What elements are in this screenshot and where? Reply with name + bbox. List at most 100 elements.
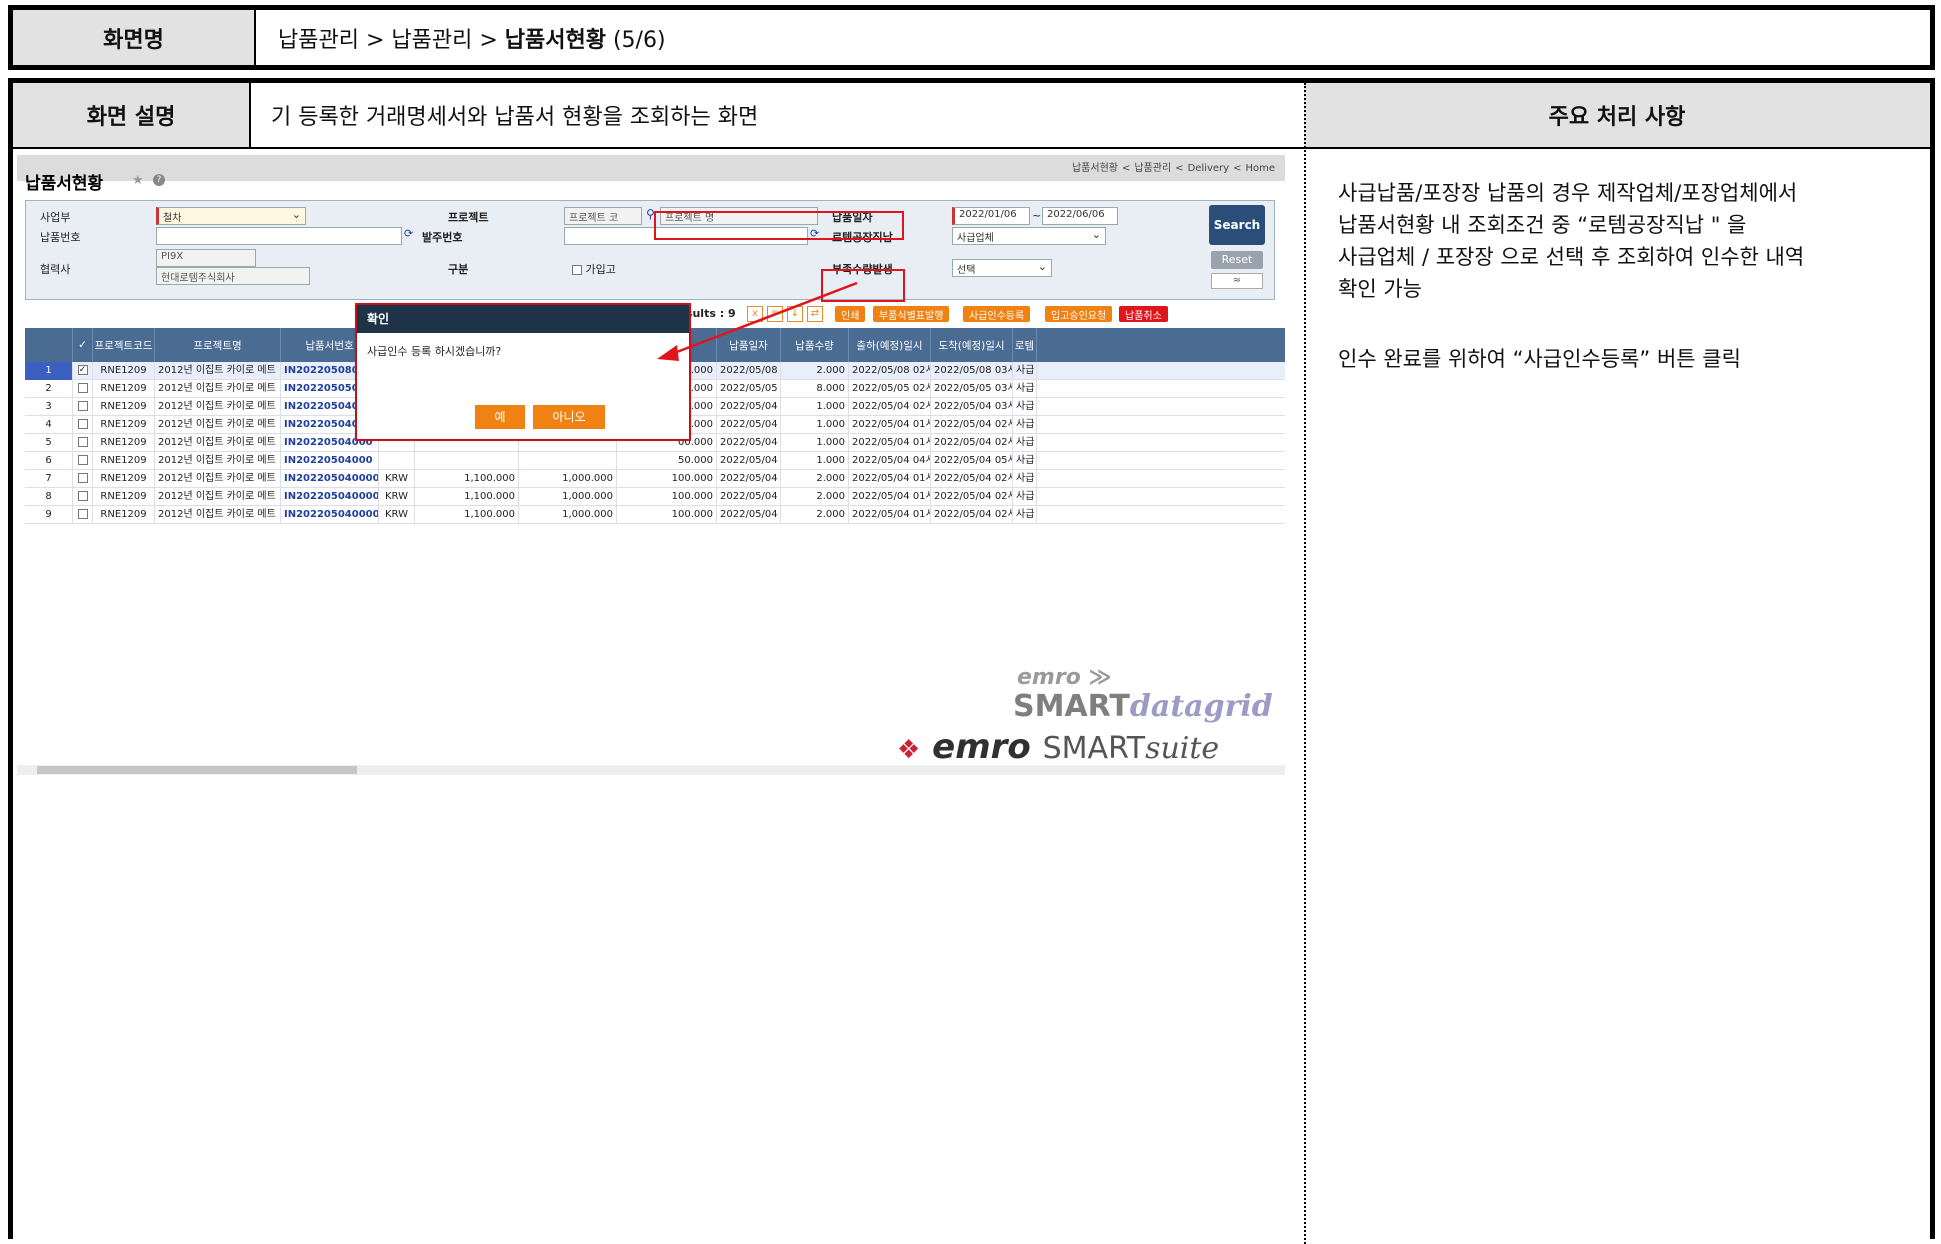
favorite-star-icon[interactable]: ★ [132,173,144,188]
reset-button[interactable]: Reset [1211,251,1263,269]
cancel-delivery-button[interactable]: 납품취소 [1119,306,1168,322]
cell-name: 2012년 이집트 카이로 메트 [155,362,281,380]
cell-a1: 1,100.000 [415,488,519,506]
cell-arr: 2022/05/08 03시 [931,362,1013,380]
crumb-item[interactable]: Delivery [1188,163,1230,174]
po-label: 발주번호 [422,231,463,244]
date-to[interactable]: 2022/06/06 [1042,207,1118,225]
project-code-input[interactable]: 프로젝트 코 [564,207,642,225]
screen-path: 납품관리 > 납품관리 > 납품서현황 (5/6) [256,22,666,54]
search-button[interactable]: Search [1209,205,1265,245]
row-checkbox[interactable] [73,488,93,506]
row-checkbox[interactable] [73,506,93,524]
download-icon[interactable]: ↓ [787,306,803,322]
col-check[interactable]: ✓ [73,328,93,362]
chevron-down-icon: ⌄ [1091,228,1101,241]
cell-qty: 2.000 [781,506,849,524]
crumb-item[interactable]: Home [1245,163,1275,174]
bu-select[interactable]: 철차 ⌄ [156,207,306,225]
collapse-button[interactable]: ≈ [1211,273,1263,289]
swap-icon[interactable]: ⇄ [807,306,823,322]
cell-name: 2012년 이집트 카이로 메트 [155,416,281,434]
cell-rot: 사급 [1013,452,1037,470]
date-from[interactable]: 2022/01/06 [952,207,1030,225]
checkbox-icon[interactable] [77,419,88,429]
checkbox-icon[interactable] [77,383,88,393]
row-checkbox[interactable] [73,416,93,434]
part-id-button[interactable]: 부품식별표발행 [873,306,950,322]
checkbox-icon[interactable] [77,491,88,501]
cell-code: RNE1209 [93,416,155,434]
cell-qty: 8.000 [781,380,849,398]
cell-a1: 1,100.000 [415,470,519,488]
cell-date: 2022/05/05 [717,380,781,398]
cell-date: 2022/05/08 [717,362,781,380]
short-select[interactable]: 선택 ⌄ [952,259,1052,277]
col-project-name[interactable]: 프로젝트명 [155,328,281,362]
cell-ship: 2022/05/08 02시 [849,362,931,380]
partner-name[interactable]: 현대로템주식회사 [156,267,310,285]
cell-code: RNE1209 [93,398,155,416]
supply-recv-button[interactable]: 사급인수등록 [963,306,1031,322]
emro-suite-logo: ❖ emro SMARTsuite [897,727,1220,767]
search-conditions: 사업부 철차 ⌄ 프로젝트 프로젝트 코 ⚲ 프로젝트 명 납품일자 2022/0… [25,200,1275,300]
chevron-down-icon: ⌄ [1037,260,1047,273]
checkbox-icon[interactable] [77,437,88,447]
col-rotem[interactable]: 로템 [1013,328,1037,362]
cell-ship: 2022/05/05 02시 [849,380,931,398]
col-qty[interactable]: 납품수량 [781,328,849,362]
cell-code: RNE1209 [93,362,155,380]
cell-name: 2012년 이집트 카이로 메트 [155,434,281,452]
row-checkbox[interactable] [73,434,93,452]
whs-req-button[interactable]: 입고승인요청 [1045,306,1113,322]
col-ship[interactable]: 출하(예정)일시 [849,328,931,362]
cell-no: IN20220504000 [281,452,379,470]
table-row[interactable]: 9 RNE12092012년 이집트 카이로 메트IN20220504000026… [25,506,1285,524]
list-icon[interactable]: ≡ [767,306,783,322]
checkbox-icon[interactable] [77,509,88,519]
horizontal-scrollbar[interactable] [17,765,1285,775]
col-rownum [25,328,73,362]
refresh-icon[interactable]: ⟳ [404,227,413,240]
cell-ship: 2022/05/04 01시 [849,470,931,488]
dno-label: 납품번호 [40,231,81,244]
checkbox-icon[interactable] [77,455,88,465]
date-tilde: ~ [1032,209,1042,222]
scroll-thumb[interactable] [37,766,357,774]
checkbox-icon[interactable] [77,473,88,483]
modal-yes-button[interactable]: 예 [475,405,525,429]
cell-ship: 2022/05/04 01시 [849,506,931,524]
crumb-item[interactable]: 납품관리 [1134,163,1171,174]
row-checkbox[interactable] [73,380,93,398]
table-row[interactable]: 8 RNE12092012년 이집트 카이로 메트IN20220504000027… [25,488,1285,506]
excel-icon[interactable]: x [747,306,763,322]
row-checkbox[interactable] [73,470,93,488]
help-icon[interactable]: ? [153,174,165,186]
partner-code[interactable]: PI9X [156,249,256,267]
rotem-select[interactable]: 사급업체 ⌄ [952,227,1106,245]
print-button[interactable]: 인쇄 [835,306,866,322]
col-project-code[interactable]: 프로젝트코드 [93,328,155,362]
cell-arr: 2022/05/04 02시 [931,470,1013,488]
checkbox-icon[interactable] [77,401,88,411]
table-row[interactable]: 7 RNE12092012년 이집트 카이로 메트IN20220504000028… [25,470,1285,488]
header-label: 화면명 [13,10,256,65]
cell-no: IN20220504000028 [281,470,379,488]
dno-input[interactable] [156,227,402,245]
doc-header: 화면명 납품관리 > 납품관리 > 납품서현황 (5/6) [8,5,1935,70]
col-arrive[interactable]: 도착(예정)일시 [931,328,1013,362]
modal-no-button[interactable]: 아니오 [533,405,605,429]
cell-code: RNE1209 [93,434,155,452]
row-checkbox[interactable] [73,452,93,470]
row-checkbox[interactable] [73,398,93,416]
col-delivery-date[interactable]: 납품일자 [717,328,781,362]
checkbox-icon[interactable]: ✓ [77,365,88,375]
table-row[interactable]: 6 RNE1209 2012년 이집트 카이로 메트 IN20220504000 50.… [25,452,1285,470]
crumb-item[interactable]: 납품서현황 [1072,163,1118,174]
cell-rot: 사급 [1013,398,1037,416]
checkbox-icon[interactable] [572,265,582,275]
type-checkbox[interactable]: 가입고 [572,261,616,277]
cell-n: 7 [25,470,73,488]
row-checkbox[interactable]: ✓ [73,362,93,380]
cell-a1: 1,100.000 [415,506,519,524]
